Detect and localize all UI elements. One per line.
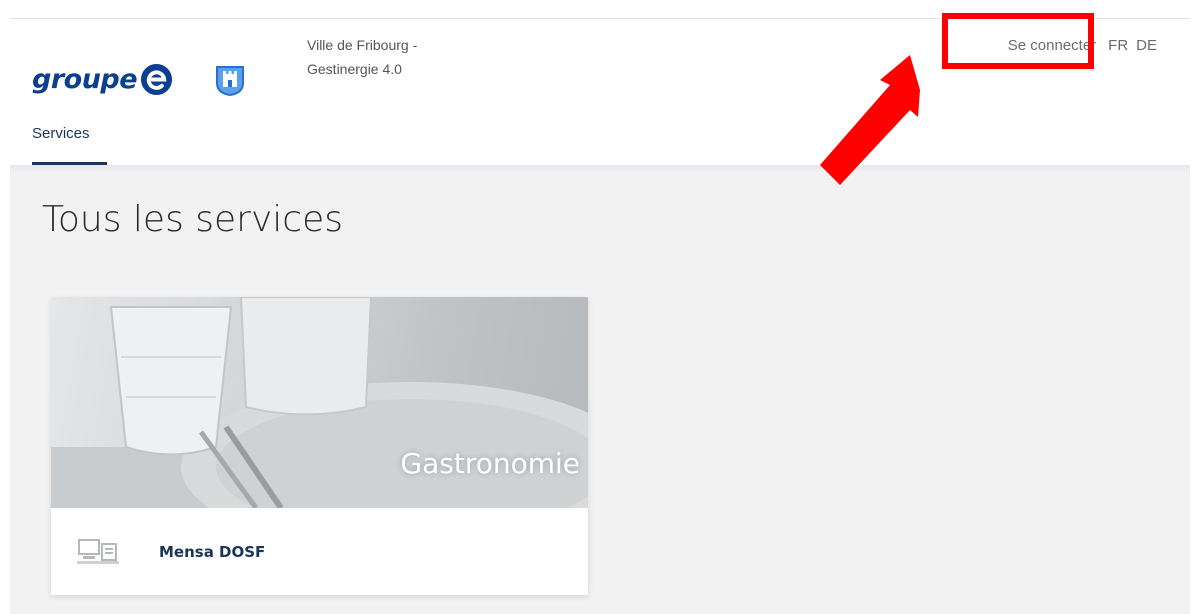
service-card[interactable]: Gastronomie Mensa DOSF — [51, 297, 588, 595]
card-image: Gastronomie — [51, 297, 588, 508]
header-shadow — [10, 165, 1190, 173]
groupe-e-logo[interactable]: groupe — [32, 63, 173, 96]
site-header: groupe Ville de Fribourg - Gestinergie 4… — [10, 13, 1190, 165]
page-title: Tous les services — [42, 199, 343, 240]
service-name[interactable]: Mensa DOSF — [159, 543, 265, 561]
annotation-arrow-icon — [820, 55, 920, 185]
tab-services[interactable]: Services — [32, 125, 90, 142]
language-de-link[interactable]: DE — [1136, 37, 1157, 54]
computer-icon — [77, 538, 119, 564]
groupe-e-icon — [141, 63, 173, 96]
site-name-line2: Gestinergie 4.0 — [307, 61, 402, 77]
fribourg-crest-icon — [216, 66, 244, 96]
annotation-highlight-box — [942, 13, 1094, 69]
language-fr-link[interactable]: FR — [1108, 37, 1128, 54]
site-name: Ville de Fribourg - Gestinergie 4.0 — [307, 33, 417, 81]
page-frame: groupe Ville de Fribourg - Gestinergie 4… — [10, 13, 1190, 614]
card-footer: Mensa DOSF — [51, 508, 588, 595]
card-category-label: Gastronomie — [400, 447, 580, 480]
logo-text: groupe — [32, 64, 138, 95]
site-name-line1: Ville de Fribourg - — [307, 37, 418, 53]
